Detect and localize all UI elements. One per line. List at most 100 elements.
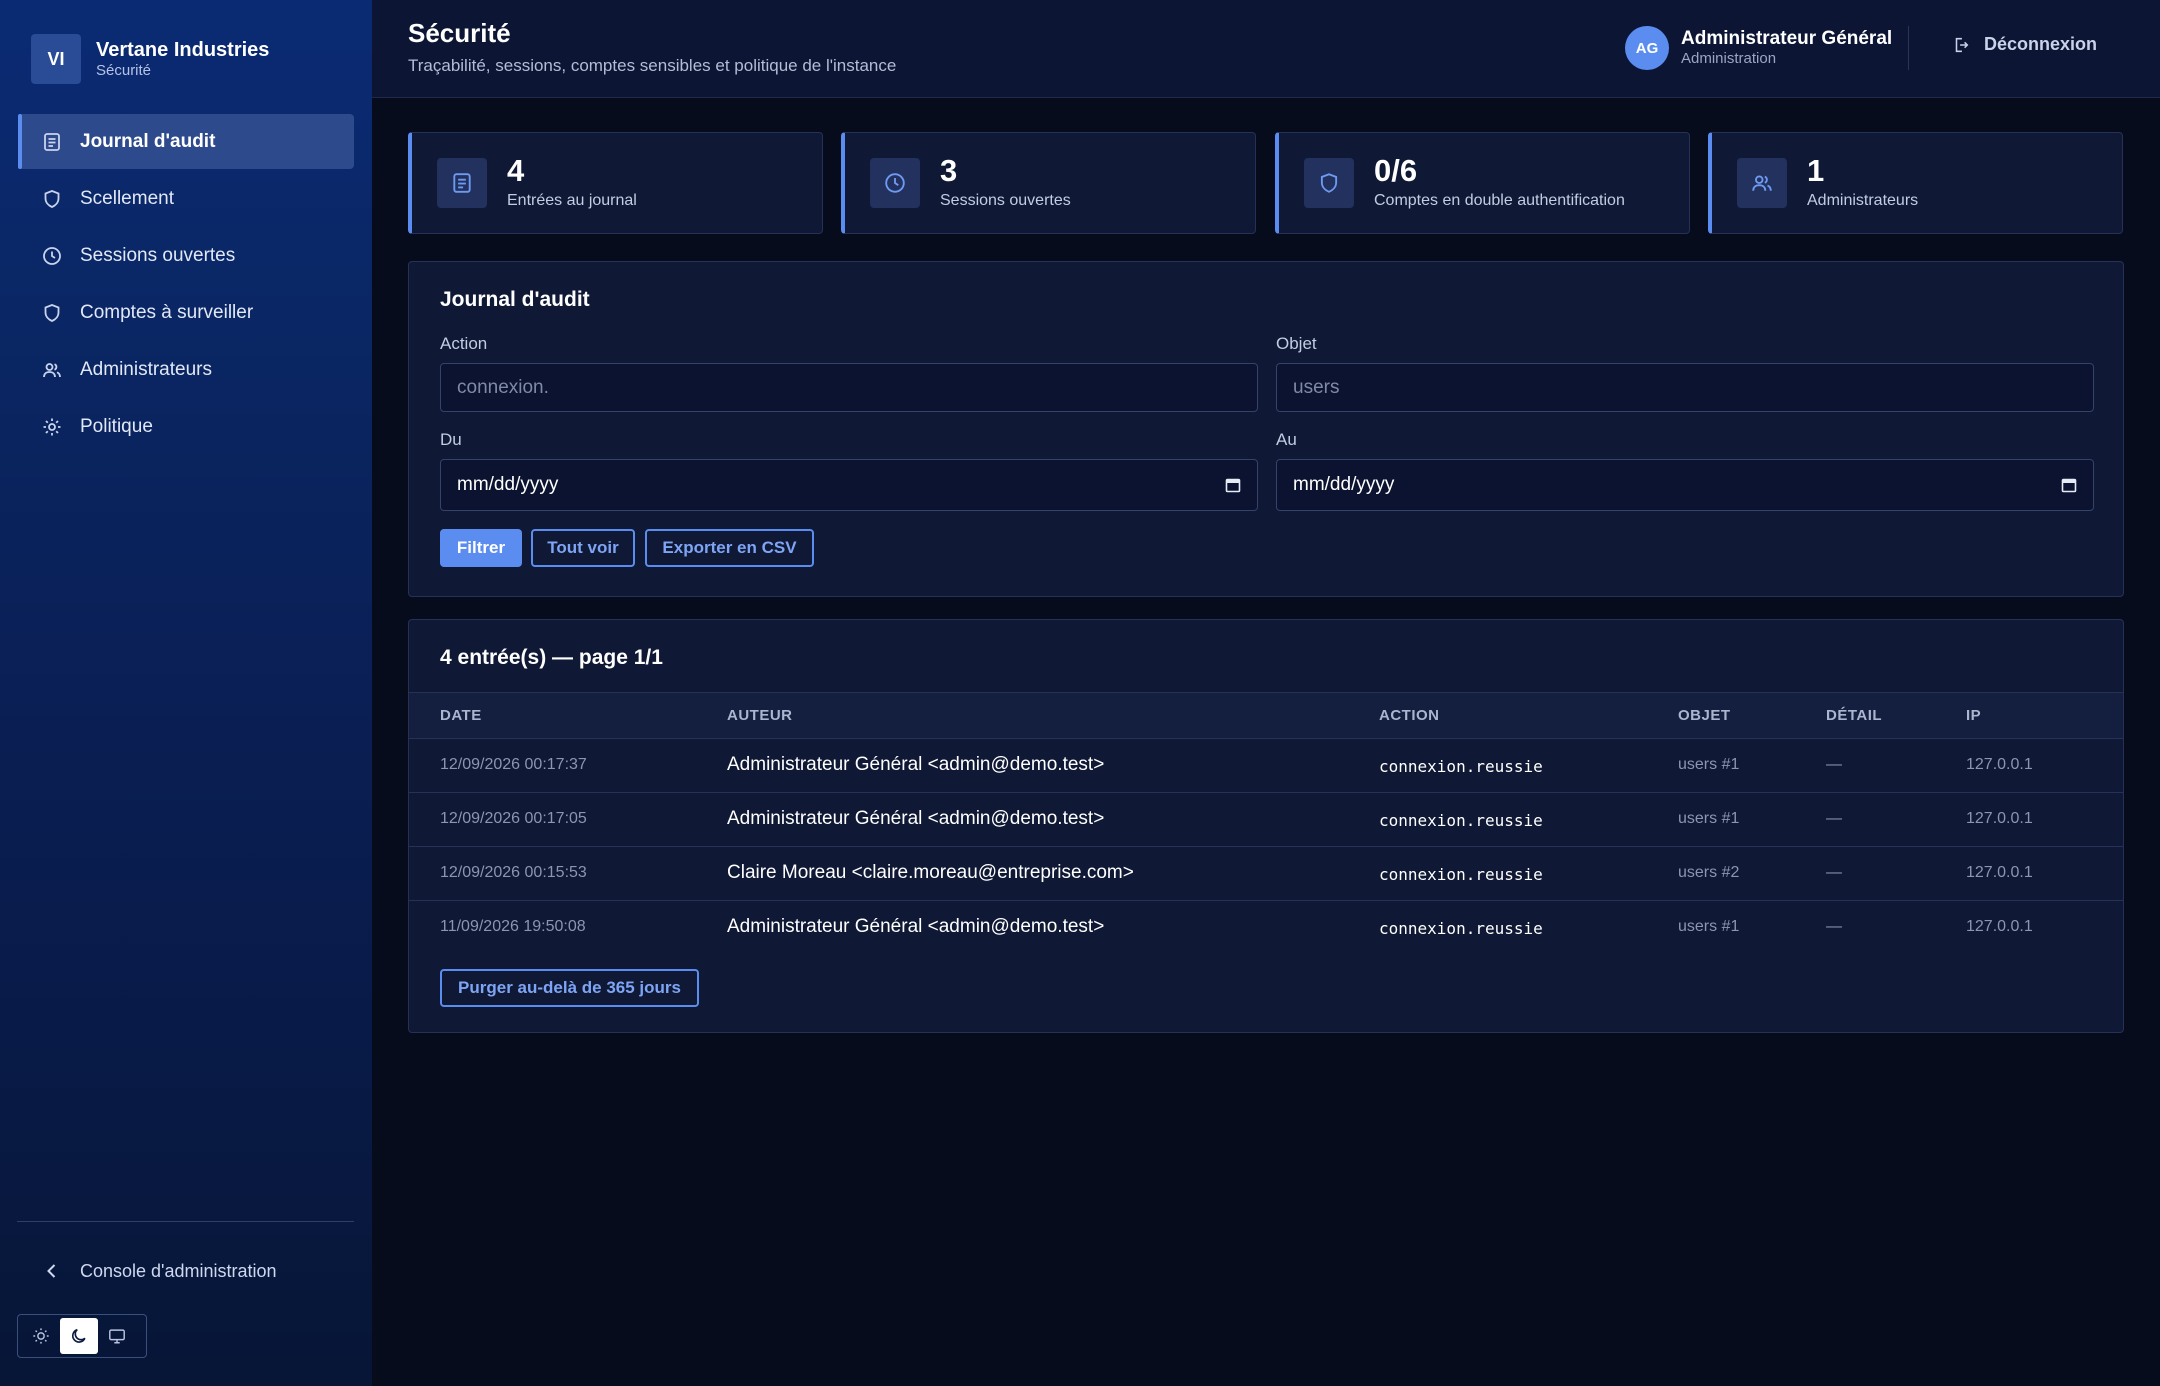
cell-ip: 127.0.0.1 xyxy=(1966,918,2033,935)
cell-detail: — xyxy=(1826,810,1842,827)
shield-icon xyxy=(42,303,62,323)
stat-label: Sessions ouvertes xyxy=(940,192,1071,209)
stat-label: Entrées au journal xyxy=(507,192,637,209)
column-header-date[interactable]: DATE xyxy=(440,707,482,724)
cell-author: Administrateur Général <admin@demo.test> xyxy=(727,808,1105,829)
logout-icon xyxy=(1952,36,1970,54)
page-header: Sécurité Traçabilité, sessions, comptes … xyxy=(372,0,2160,98)
object-field-label: Objet xyxy=(1276,334,1317,353)
sidebar-item-administrateurs[interactable]: Administrateurs xyxy=(18,342,354,397)
user-block: AG Administrateur Général Administration xyxy=(1625,26,1892,70)
to-date-input[interactable]: mm/dd/yyyy xyxy=(1276,459,2094,511)
console-admin-link[interactable]: Console d'administration xyxy=(18,1245,354,1297)
table-row[interactable]: 11/09/2026 19:50:08 Administrateur Génér… xyxy=(409,901,2123,955)
calendar-icon[interactable] xyxy=(2061,477,2077,493)
cell-author: Claire Moreau <claire.moreau@entreprise.… xyxy=(727,862,1134,883)
column-header-author[interactable]: AUTEUR xyxy=(727,707,793,724)
cell-object: users #1 xyxy=(1678,918,1740,935)
cell-ip: 127.0.0.1 xyxy=(1966,810,2033,827)
audit-filter-panel: Journal d'audit Action Objet Du mm/dd/yy… xyxy=(408,261,2124,597)
action-field xyxy=(440,363,1258,412)
stat-value: 3 xyxy=(940,153,958,188)
theme-switch xyxy=(17,1314,147,1358)
from-date-label: Du xyxy=(440,430,462,449)
cell-date: 12/09/2026 00:15:53 xyxy=(440,864,587,881)
column-header-object[interactable]: OBJET xyxy=(1678,707,1731,724)
show-all-button[interactable]: Tout voir xyxy=(531,529,635,567)
document-list-icon xyxy=(42,132,62,152)
stat-card-journal: 4 Entrées au journal xyxy=(408,132,823,234)
logout-label: Déconnexion xyxy=(1984,34,2098,54)
document-list-icon xyxy=(437,158,487,208)
header-divider xyxy=(1908,26,1909,70)
users-icon xyxy=(1737,158,1787,208)
sidebar-divider xyxy=(17,1221,354,1222)
moon-icon xyxy=(70,1327,88,1345)
cell-detail: — xyxy=(1826,864,1842,881)
cell-ip: 127.0.0.1 xyxy=(1966,756,2033,773)
theme-dark-button[interactable] xyxy=(60,1318,98,1354)
cell-detail: — xyxy=(1826,756,1842,773)
sidebar-item-scellement[interactable]: Scellement xyxy=(18,171,354,226)
object-field xyxy=(1276,363,2094,412)
table-title: 4 entrée(s) — page 1/1 xyxy=(440,646,663,669)
chevron-left-icon xyxy=(42,1261,62,1281)
to-date-label: Au xyxy=(1276,430,1297,449)
table-row[interactable]: 12/09/2026 00:15:53 Claire Moreau <clair… xyxy=(409,847,2123,901)
sidebar-item-politique[interactable]: Politique xyxy=(18,399,354,454)
purge-button[interactable]: Purger au-delà de 365 jours xyxy=(440,969,699,1007)
brand-logo: VI xyxy=(31,34,81,84)
action-input[interactable] xyxy=(457,376,1241,399)
user-name: Administrateur Général xyxy=(1681,28,1893,49)
sidebar-nav: Journal d'audit Scellement Sessions ouve… xyxy=(18,114,354,456)
cell-ip: 127.0.0.1 xyxy=(1966,864,2033,881)
stat-value: 1 xyxy=(1807,153,1825,188)
theme-light-button[interactable] xyxy=(22,1318,60,1354)
sidebar-item-label: Administrateurs xyxy=(80,358,212,380)
page-subtitle: Traçabilité, sessions, comptes sensibles… xyxy=(408,56,897,75)
cell-author: Administrateur Général <admin@demo.test> xyxy=(727,754,1105,775)
console-admin-label: Console d'administration xyxy=(80,1260,277,1281)
sidebar-item-journal-audit[interactable]: Journal d'audit xyxy=(18,114,354,169)
cell-object: users #1 xyxy=(1678,756,1740,773)
cell-object: users #1 xyxy=(1678,810,1740,827)
object-input[interactable] xyxy=(1293,376,2077,399)
table-row[interactable]: 12/09/2026 00:17:05 Administrateur Génér… xyxy=(409,793,2123,847)
clock-icon xyxy=(42,246,62,266)
column-header-ip[interactable]: IP xyxy=(1966,707,1981,724)
to-date-value: mm/dd/yyyy xyxy=(1293,474,1395,495)
monitor-icon xyxy=(108,1327,126,1345)
page-title: Sécurité xyxy=(408,18,511,48)
calendar-icon[interactable] xyxy=(1225,477,1241,493)
from-date-input[interactable]: mm/dd/yyyy xyxy=(440,459,1258,511)
logout-button[interactable]: Déconnexion xyxy=(1952,34,2097,55)
sidebar-item-comptes-a-surveiller[interactable]: Comptes à surveiller xyxy=(18,285,354,340)
table-header: DATE AUTEUR ACTION OBJET DÉTAIL IP xyxy=(409,692,2123,739)
clock-icon xyxy=(870,158,920,208)
sun-icon xyxy=(32,1327,50,1345)
theme-system-button[interactable] xyxy=(98,1318,136,1354)
brand-name: Vertane Industries xyxy=(96,39,270,61)
sidebar-item-label: Politique xyxy=(80,415,153,437)
sidebar-item-label: Sessions ouvertes xyxy=(80,244,236,266)
export-csv-button[interactable]: Exporter en CSV xyxy=(645,529,814,567)
column-header-detail[interactable]: DÉTAIL xyxy=(1826,707,1882,724)
cell-action: connexion.reussie xyxy=(1379,865,1543,884)
cell-action: connexion.reussie xyxy=(1379,919,1543,938)
cell-date: 12/09/2026 00:17:37 xyxy=(440,756,587,773)
shield-icon xyxy=(42,189,62,209)
cell-detail: — xyxy=(1826,918,1842,935)
brand: VI Vertane Industries Sécurité xyxy=(31,34,269,84)
sidebar-item-sessions-ouvertes[interactable]: Sessions ouvertes xyxy=(18,228,354,283)
cell-date: 12/09/2026 00:17:05 xyxy=(440,810,587,827)
sidebar-item-label: Scellement xyxy=(80,187,174,209)
cell-date: 11/09/2026 19:50:08 xyxy=(440,918,586,935)
column-header-action[interactable]: ACTION xyxy=(1379,707,1440,724)
from-date-value: mm/dd/yyyy xyxy=(457,474,559,495)
brand-section: Sécurité xyxy=(96,62,152,79)
stat-label: Comptes en double authentification xyxy=(1374,192,1625,209)
cell-action: connexion.reussie xyxy=(1379,811,1543,830)
filter-button[interactable]: Filtrer xyxy=(440,529,522,567)
table-row[interactable]: 12/09/2026 00:17:37 Administrateur Génér… xyxy=(409,739,2123,793)
stat-value: 0/6 xyxy=(1374,153,1418,188)
